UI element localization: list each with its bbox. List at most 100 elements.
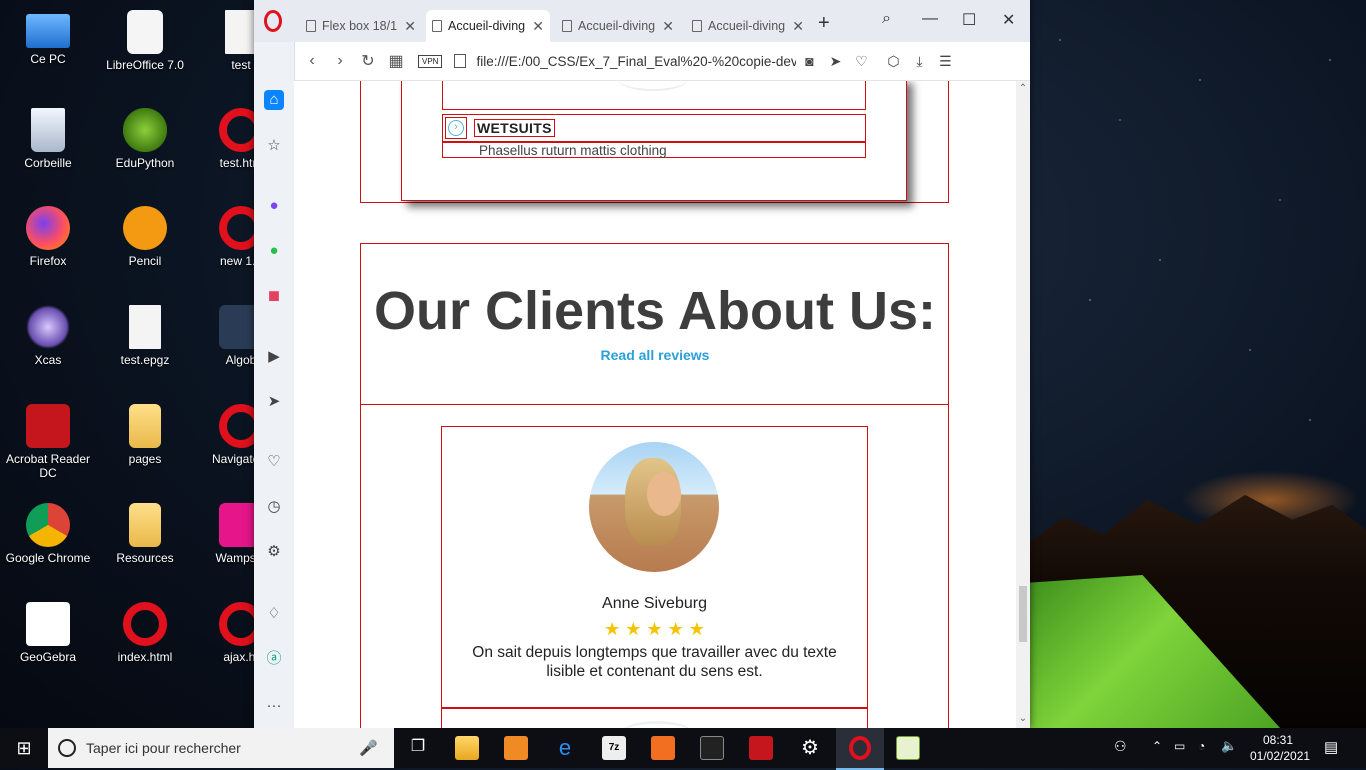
- review-text: On sait depuis longtemps que travailler …: [442, 643, 867, 681]
- speed-dial-icon[interactable]: ▦: [382, 51, 410, 71]
- send-icon[interactable]: ➤: [264, 392, 284, 412]
- opera-logo-icon[interactable]: [264, 10, 282, 32]
- desktop-icon-label: Resources: [116, 551, 174, 565]
- desktop-icon-pages[interactable]: pages: [97, 404, 193, 466]
- forward-icon[interactable]: ›: [326, 52, 354, 70]
- terminal-icon[interactable]: [700, 736, 724, 760]
- whatsapp-icon[interactable]: ●: [264, 241, 284, 261]
- edge-icon[interactable]: e: [553, 736, 577, 760]
- volume-muted-icon[interactable]: 🔈: [1221, 738, 1237, 754]
- sublime-text-icon[interactable]: [504, 736, 528, 760]
- more-icon[interactable]: ···: [264, 696, 284, 716]
- tab-accueil-3[interactable]: Accueil-diving ✕: [686, 10, 810, 42]
- desktop-icon-ce-pc[interactable]: Ce PC: [0, 10, 96, 66]
- desktop-icon-chrome[interactable]: Google Chrome: [0, 503, 96, 565]
- url-field[interactable]: file:///E:/00_CSS/Ex_7_Final_Eval%20-%20…: [476, 54, 796, 69]
- send-icon[interactable]: ➤: [822, 53, 848, 70]
- page-scrollbar[interactable]: ⌃ ⌄: [1016, 81, 1030, 728]
- tab-accueil-active[interactable]: Accueil-diving ✕: [426, 10, 550, 42]
- file-explorer-icon[interactable]: [455, 736, 479, 760]
- read-all-reviews-link[interactable]: Read all reviews: [361, 347, 949, 363]
- close-tab-icon[interactable]: ✕: [662, 18, 674, 35]
- windows-start-icon[interactable]: ⊞: [0, 728, 48, 768]
- messenger-icon[interactable]: ●: [264, 196, 284, 216]
- desktop-icon-resources[interactable]: Resources: [97, 503, 193, 565]
- desktop-icon-label: pages: [128, 452, 162, 466]
- desktop-icon-test-epgz[interactable]: test.epgz: [97, 305, 193, 367]
- desktop-icon-label: Algob: [225, 353, 257, 367]
- download-icon[interactable]: ⤓: [906, 53, 932, 70]
- people-icon[interactable]: ⚇: [1114, 738, 1127, 755]
- player-icon[interactable]: ▶: [264, 347, 284, 367]
- chevron-up-icon[interactable]: ⌃: [1152, 739, 1162, 753]
- close-window-icon[interactable]: ✕: [1002, 10, 1015, 30]
- opera-icon: [123, 602, 167, 646]
- cortana-circle-icon: [58, 739, 76, 757]
- product-description-row: Phasellus ruturn mattis clothing: [442, 142, 866, 158]
- settings-gear-icon[interactable]: ⚙: [264, 542, 284, 562]
- document-icon: [562, 20, 572, 32]
- home-icon[interactable]: ⌂: [264, 90, 284, 110]
- 7zip-icon[interactable]: 7z: [602, 736, 626, 760]
- snapshot-icon[interactable]: ◙: [796, 53, 822, 69]
- vpn-badge[interactable]: VPN: [418, 54, 443, 68]
- review-text-line: On sait depuis longtemps que travailler …: [472, 644, 837, 661]
- scrollbar-thumb[interactable]: [1019, 586, 1027, 642]
- reviews-section: Anne Siveburg ★ ★ ★ ★ ★ On sait depuis l…: [360, 404, 949, 728]
- recycle-bin-icon: [31, 108, 65, 152]
- notification-center-icon[interactable]: ▤: [1324, 738, 1338, 756]
- desktop-icon-firefox[interactable]: Firefox: [0, 206, 96, 268]
- desktop-icon-acrobat[interactable]: Acrobat Reader DC: [0, 404, 96, 480]
- history-clock-icon[interactable]: ◷: [264, 497, 284, 517]
- taskbar-search-box[interactable]: Taper ici pour rechercher 🎤: [48, 728, 394, 768]
- clock-date: 01/02/2021: [1250, 749, 1311, 763]
- tab-label: Accueil-diving: [708, 19, 786, 33]
- search-tabs-icon[interactable]: ⌕: [882, 10, 891, 28]
- battery-icon[interactable]: ▭: [1174, 739, 1185, 753]
- desktop-icon-edupython[interactable]: EduPython: [97, 108, 193, 170]
- acrobat-taskbar-icon[interactable]: [749, 736, 773, 760]
- edupython-icon: [123, 108, 167, 152]
- task-view-icon[interactable]: ❐: [406, 736, 430, 760]
- settings-gear-icon[interactable]: ⚙: [798, 736, 822, 760]
- close-tab-icon[interactable]: ✕: [792, 18, 804, 35]
- chrome-icon: [26, 503, 70, 547]
- review-card: Anne Siveburg ★ ★ ★ ★ ★ On sait depuis l…: [441, 426, 868, 708]
- clock[interactable]: 08:31 01/02/2021: [1250, 732, 1311, 764]
- chevron-button-box[interactable]: ›: [445, 117, 467, 139]
- scroll-up-icon[interactable]: ⌃: [1016, 83, 1030, 94]
- folder-icon: [129, 404, 161, 448]
- opera-sidebar: ⌂ ☆ ● ● ◼ ▶ ➤ ♡ ◷ ⚙ ♢ ⓐ ···: [254, 42, 295, 728]
- close-tab-icon[interactable]: ✕: [532, 18, 544, 35]
- new-tab-icon[interactable]: +: [818, 12, 830, 35]
- reload-icon[interactable]: ↻: [354, 51, 382, 71]
- extensions-cube-icon[interactable]: ⬡: [880, 53, 906, 70]
- desktop-icon-xcas[interactable]: Xcas: [0, 305, 96, 367]
- tab-accueil-2[interactable]: Accueil-diving ✕: [556, 10, 680, 42]
- easy-setup-icon[interactable]: ☰: [932, 53, 958, 70]
- maximize-icon[interactable]: ☐: [962, 10, 976, 30]
- microphone-icon[interactable]: 🎤: [359, 739, 378, 757]
- edupython-taskbar-icon[interactable]: [896, 736, 920, 760]
- xampp-icon[interactable]: [651, 736, 675, 760]
- lightbulb-icon[interactable]: ♢: [264, 604, 284, 624]
- star-icon[interactable]: ☆: [264, 136, 284, 156]
- desktop-icon-pencil[interactable]: Pencil: [97, 206, 193, 268]
- opera-taskbar-button[interactable]: [836, 728, 884, 770]
- document-icon: [692, 20, 702, 32]
- desktop-icon-libreoffice[interactable]: LibreOffice 7.0: [97, 10, 193, 72]
- instagram-icon[interactable]: ◼: [264, 286, 284, 306]
- scroll-down-icon[interactable]: ⌄: [1016, 713, 1030, 724]
- bookmark-heart-icon[interactable]: ♡: [848, 53, 874, 70]
- desktop-icon-corbeille[interactable]: Corbeille: [0, 108, 96, 170]
- back-icon[interactable]: ‹: [298, 52, 326, 70]
- tab-label: Flex box 18/1: [322, 19, 398, 33]
- heart-icon[interactable]: ♡: [264, 452, 284, 472]
- tab-flexbox[interactable]: Flex box 18/1 ✕: [300, 10, 422, 42]
- wifi-icon[interactable]: ◔: [1198, 739, 1205, 753]
- minimize-icon[interactable]: —: [922, 10, 938, 28]
- desktop-icon-index-html[interactable]: index.html: [97, 602, 193, 664]
- close-tab-icon[interactable]: ✕: [404, 18, 416, 35]
- aria-icon[interactable]: ⓐ: [264, 649, 284, 669]
- desktop-icon-geogebra[interactable]: GeoGebra: [0, 602, 96, 664]
